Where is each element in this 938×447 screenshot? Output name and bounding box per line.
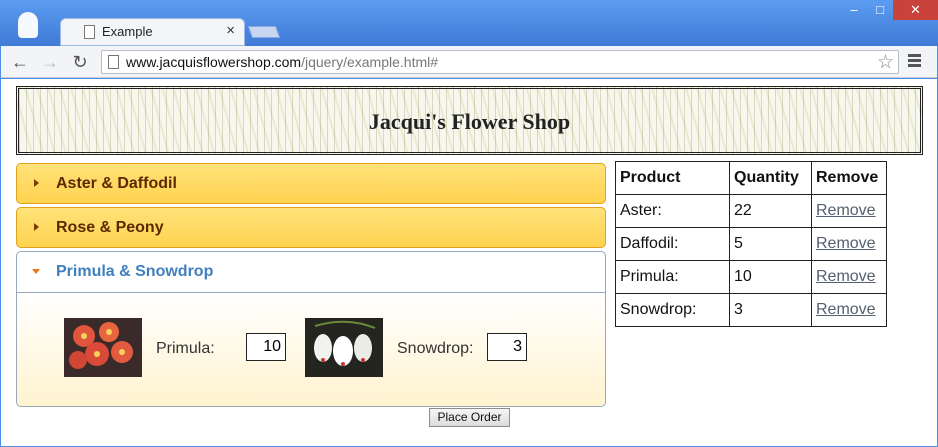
remove-link[interactable]: Remove [816, 268, 876, 285]
primula-label: Primula: [156, 340, 215, 357]
page-title: Jacqui's Flower Shop [368, 109, 571, 134]
star-icon[interactable]: ☆ [877, 51, 894, 74]
remove-link[interactable]: Remove [816, 202, 876, 219]
quantity-cell: 3 [729, 293, 812, 327]
product-cell: Daffodil: [615, 227, 730, 261]
minimize-icon[interactable]: – [841, 0, 867, 20]
quantity-cell: 22 [729, 194, 812, 228]
table-row: Snowdrop: 3 Remove [615, 293, 887, 327]
url-text[interactable]: www.jacquisflowershop.com/jquery/example… [126, 54, 438, 70]
table-row: Primula: 10 Remove [615, 260, 887, 294]
reload-icon[interactable]: ↻ [69, 51, 91, 73]
page-icon [84, 25, 95, 39]
page-icon [108, 55, 119, 69]
remove-cell: Remove [811, 293, 887, 327]
column-header-remove: Remove [811, 161, 887, 195]
maximize-icon[interactable]: □ [867, 0, 893, 20]
product-cell: Primula: [615, 260, 730, 294]
product-cell: Aster: [615, 194, 730, 228]
column-header-product: Product [615, 161, 730, 195]
page-viewport: Jacqui's Flower Shop Aster & Daffodil Ro… [1, 79, 937, 446]
product-cell: Snowdrop: [615, 293, 730, 327]
table-row: Aster: 22 Remove [615, 194, 887, 228]
browser-toolbar: ← → ↻ www.jacquisflowershop.com/jquery/e… [1, 46, 937, 78]
quantity-cell: 5 [729, 227, 812, 261]
title-bar: Example × – □ ✕ [0, 0, 938, 46]
remove-link[interactable]: Remove [816, 235, 876, 252]
window-close-icon[interactable]: ✕ [893, 0, 938, 20]
snowdrop-label: Snowdrop: [397, 340, 474, 357]
place-order-button[interactable]: Place Order [429, 408, 510, 427]
close-icon[interactable]: × [226, 22, 235, 39]
address-bar[interactable]: www.jacquisflowershop.com/jquery/example… [101, 50, 899, 74]
accordion-panel: Primula: 10 Snowdrop: 3 [16, 293, 606, 407]
browser-window: Example × – □ ✕ ← → ↻ www.jacquisflowers… [0, 0, 938, 447]
remove-link[interactable]: Remove [816, 301, 876, 318]
window-controls: – □ ✕ [841, 0, 938, 20]
remove-cell: Remove [811, 260, 887, 294]
table-row: Daffodil: 5 Remove [615, 227, 887, 261]
snowdrop-quantity-input[interactable]: 3 [487, 333, 527, 361]
accordion-header-aster-daffodil[interactable]: Aster & Daffodil [16, 163, 606, 204]
accordion-label: Primula & Snowdrop [56, 263, 214, 280]
tab-title: Example [102, 24, 153, 39]
shop-header-banner: Jacqui's Flower Shop [16, 86, 923, 155]
back-icon[interactable]: ← [9, 51, 31, 73]
tab-example[interactable]: Example × [60, 18, 245, 46]
accordion-header-rose-peony[interactable]: Rose & Peony [16, 207, 606, 248]
triangle-right-icon [34, 223, 39, 231]
accordion-label: Rose & Peony [56, 219, 164, 236]
remove-cell: Remove [811, 194, 887, 228]
remove-cell: Remove [811, 227, 887, 261]
accordion-header-primula-snowdrop[interactable]: Primula & Snowdrop [16, 251, 606, 293]
primula-image [64, 318, 142, 377]
new-tab-button[interactable] [247, 26, 281, 38]
order-summary-table: Product Quantity Remove Aster: 22 Remove… [615, 161, 887, 327]
triangle-right-icon [34, 179, 39, 187]
table-header-row: Product Quantity Remove [615, 161, 887, 195]
user-icon[interactable] [18, 12, 38, 38]
forward-icon[interactable]: → [39, 51, 61, 73]
triangle-down-icon [32, 269, 40, 274]
snowdrop-image [305, 318, 383, 377]
accordion-label: Aster & Daffodil [56, 175, 177, 192]
menu-icon[interactable] [907, 52, 923, 72]
url-path: /jquery/example.html# [301, 54, 439, 70]
quantity-cell: 10 [729, 260, 812, 294]
column-header-quantity: Quantity [729, 161, 812, 195]
url-host: www.jacquisflowershop.com [126, 54, 302, 70]
primula-quantity-input[interactable]: 10 [246, 333, 286, 361]
accordion: Aster & Daffodil Rose & Peony Primula & … [16, 163, 606, 407]
